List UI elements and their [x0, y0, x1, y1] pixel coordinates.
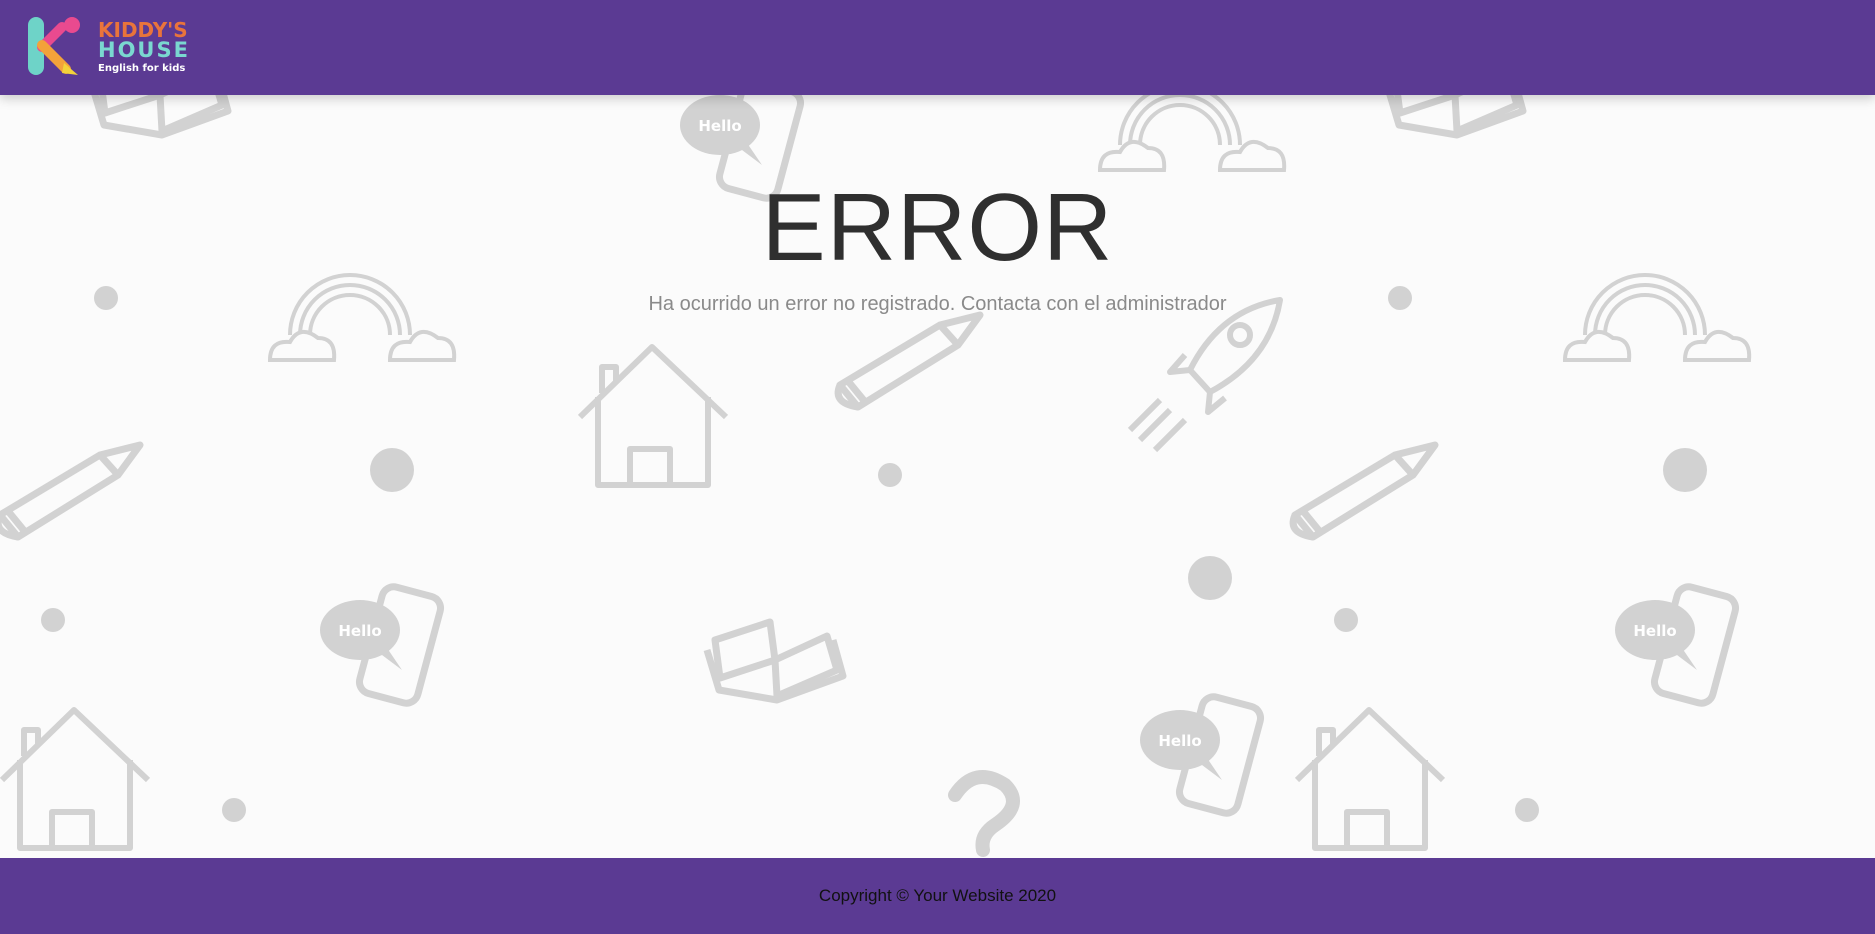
error-title: ERROR	[761, 174, 1114, 281]
top-navbar: KIDDY'S HOUSE English for kids	[0, 0, 1875, 95]
error-content: ERROR Ha ocurrido un error no registrado…	[0, 95, 1875, 858]
footer: Copyright © Your Website 2020	[0, 858, 1875, 934]
brand-tagline: English for kids	[98, 63, 185, 74]
brand-line2: HOUSE	[98, 38, 190, 62]
error-message: Ha ocurrido un error no registrado. Cont…	[648, 293, 1227, 315]
copyright-text: Copyright © Your Website 2020	[818, 886, 1057, 905]
kiddys-house-logo[interactable]: KIDDY'S HOUSE English for kids	[28, 17, 203, 77]
